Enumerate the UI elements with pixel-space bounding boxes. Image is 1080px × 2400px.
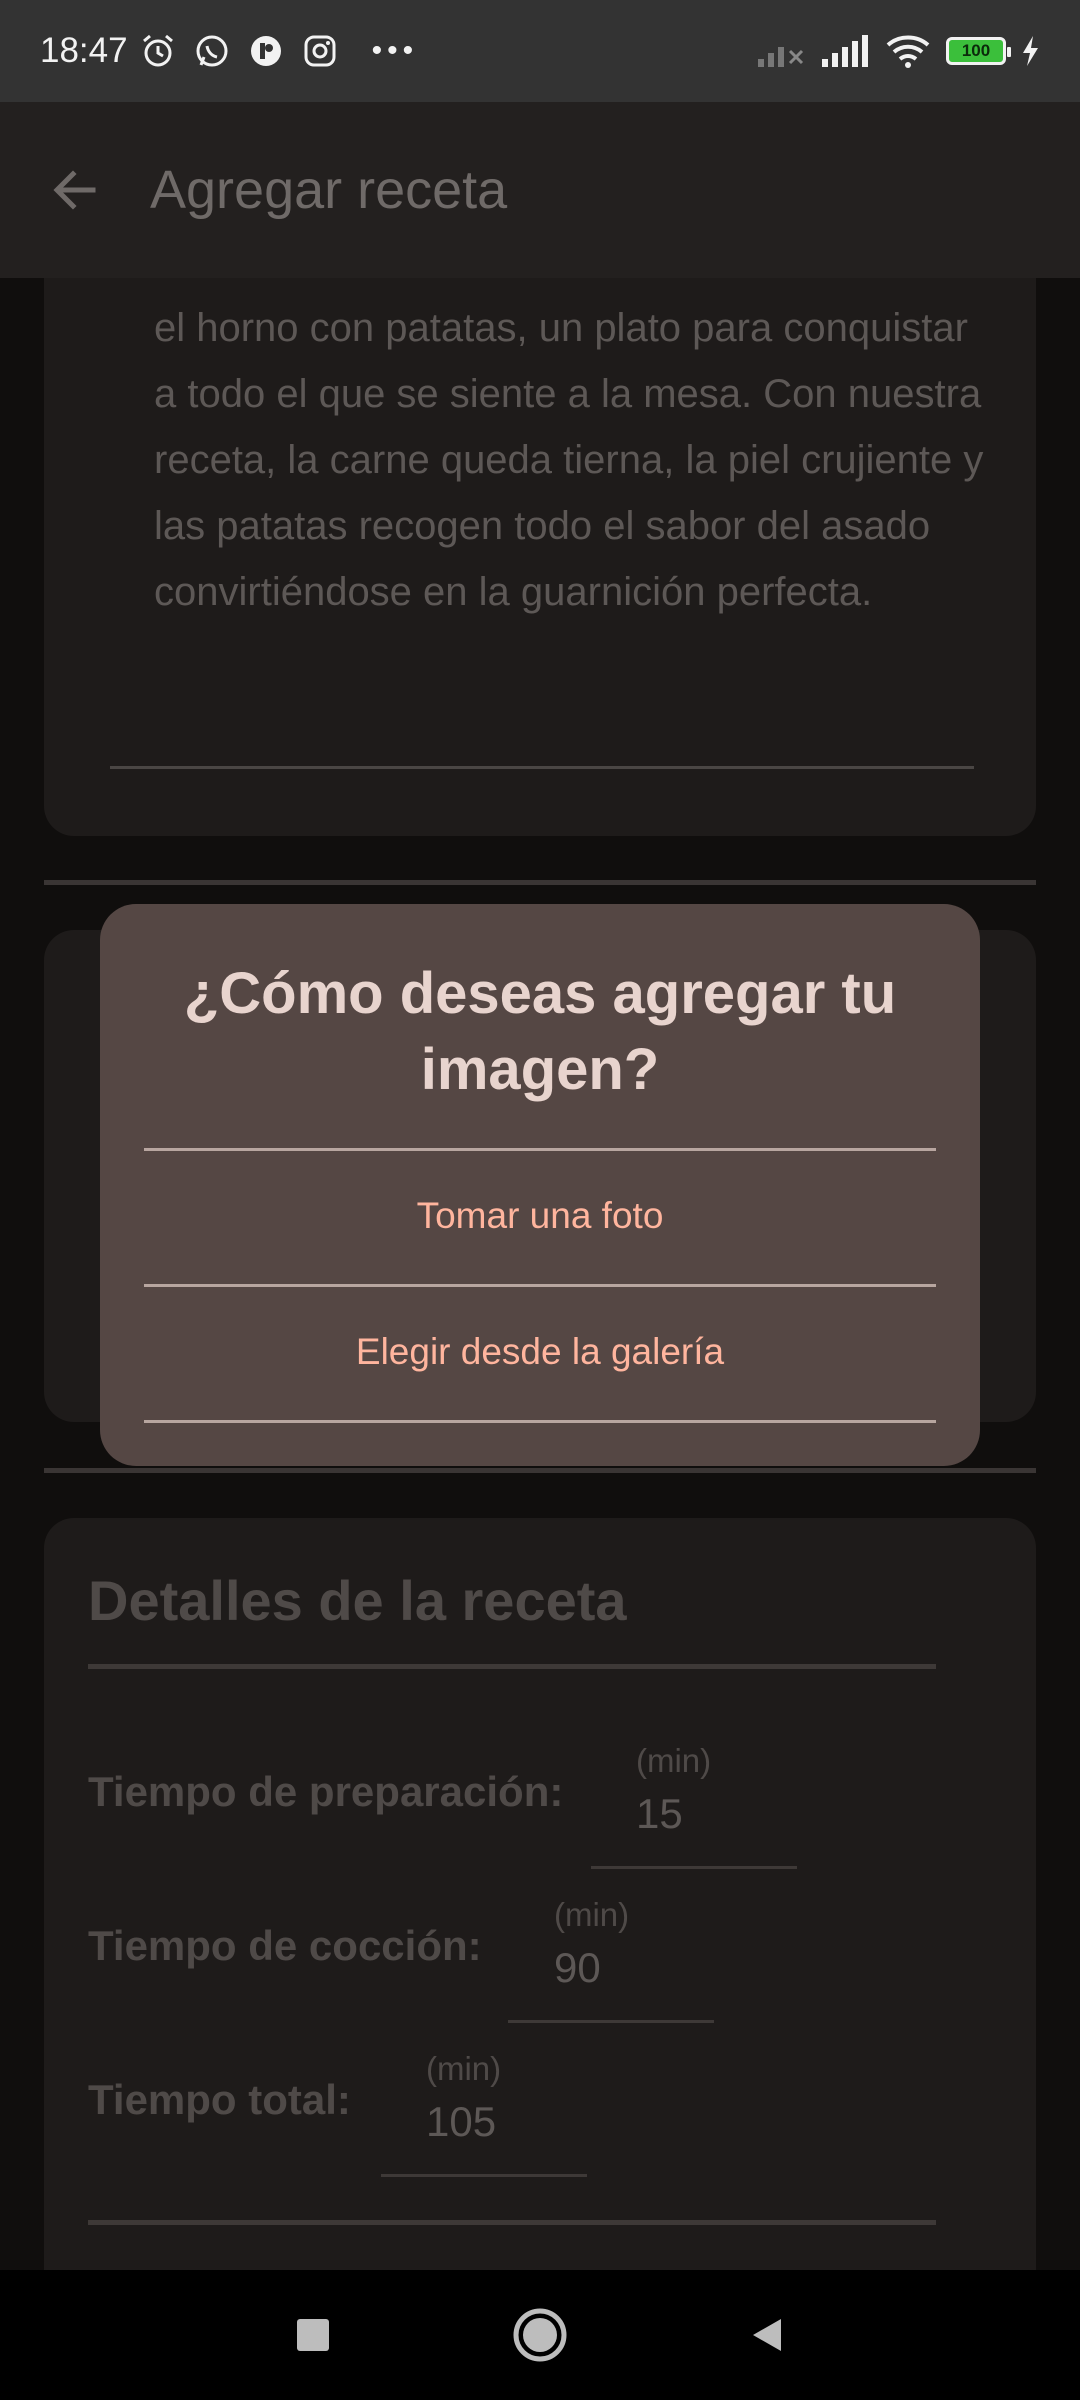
alarm-icon: [142, 34, 173, 67]
status-bar: 18:47 ••• 100: [0, 0, 1080, 102]
prep-time-input[interactable]: 15: [636, 1790, 683, 1838]
prep-time-label: Tiempo de preparación:: [88, 1768, 564, 1815]
charging-icon: [1023, 36, 1038, 66]
description-underline: [110, 766, 974, 769]
page-title: Agregar receta: [150, 160, 508, 220]
back-nav-button[interactable]: [727, 2295, 807, 2375]
total-time-label: Tiempo total:: [88, 2076, 351, 2123]
battery-icon: 100: [946, 37, 1011, 65]
total-time-unit: (min): [426, 2050, 502, 2087]
square-icon: [297, 2319, 330, 2351]
image-source-dialog: ¿Cómo deseas agregar tu imagen? Tomar un…: [100, 904, 980, 1466]
signal-off-icon: [758, 47, 804, 67]
instagram-icon: [304, 35, 336, 67]
section-divider: [44, 880, 1036, 885]
arrow-left-icon: [53, 170, 96, 210]
status-notification-icons: •••: [138, 31, 419, 71]
prep-time-unit: (min): [636, 1742, 712, 1779]
section-divider: [44, 1468, 1036, 1473]
details-title: Detalles de la receta: [88, 1569, 627, 1632]
back-button[interactable]: [0, 102, 150, 278]
battery-level: 100: [961, 41, 991, 60]
app-icon: [250, 36, 281, 66]
cook-time-input[interactable]: 90: [554, 1944, 601, 1992]
status-time: 18:47: [40, 31, 128, 70]
app-bar: Agregar receta: [0, 102, 1080, 278]
description-card: el horno con patatas, un plato para conq…: [44, 200, 1036, 836]
prep-time-underline: [591, 1866, 797, 1869]
take-photo-button[interactable]: Tomar una foto: [144, 1150, 936, 1282]
status-system-icons: 100: [756, 33, 1040, 69]
cook-time-label: Tiempo de cocción:: [88, 1922, 482, 1969]
dialog-title: ¿Cómo deseas agregar tu imagen?: [183, 961, 897, 1102]
description-input[interactable]: el horno con patatas, un plato para conq…: [154, 295, 984, 625]
home-button[interactable]: [500, 2295, 580, 2375]
cook-time-unit: (min): [554, 1896, 630, 1933]
more-dots-icon: •••: [371, 34, 419, 67]
details-bottom-divider: [88, 2220, 936, 2225]
dialog-divider: [144, 1420, 936, 1423]
wifi-icon: [886, 35, 930, 68]
signal-icon: [822, 35, 868, 67]
system-nav-bar: [0, 2270, 1080, 2400]
details-card: Detalles de la receta Tiempo de preparac…: [44, 1518, 1036, 2358]
triangle-back-icon: [752, 2319, 781, 2351]
whatsapp-icon: [196, 35, 228, 67]
choose-gallery-button[interactable]: Elegir desde la galería: [144, 1286, 936, 1418]
recents-button[interactable]: [273, 2295, 353, 2375]
circle-icon: [513, 2308, 567, 2362]
cook-time-underline: [508, 2020, 714, 2023]
total-time-input[interactable]: 105: [426, 2098, 496, 2146]
total-time-underline: [381, 2174, 587, 2177]
details-title-underline: [88, 1664, 936, 1669]
